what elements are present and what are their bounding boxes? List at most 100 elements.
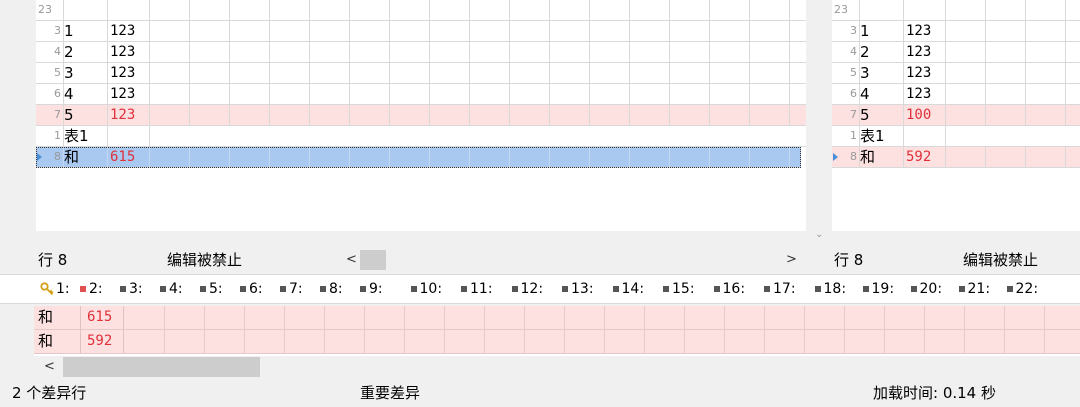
empty-cell[interactable] bbox=[750, 105, 790, 125]
empty-cell[interactable] bbox=[150, 105, 190, 125]
key-cell[interactable]: 3 bbox=[860, 63, 904, 83]
left-horizontal-scrollbar[interactable]: < > bbox=[340, 249, 806, 271]
key-cell[interactable]: 4 bbox=[860, 84, 904, 104]
empty-cell[interactable] bbox=[230, 147, 270, 167]
empty-cell[interactable] bbox=[1066, 84, 1080, 104]
scroll-down-arrow-icon[interactable]: ⌄ bbox=[815, 229, 823, 240]
empty-cell[interactable] bbox=[230, 84, 270, 104]
empty-cell[interactable] bbox=[150, 84, 190, 104]
value-cell[interactable]: 615 bbox=[108, 147, 150, 167]
column-header-11[interactable]: 11: bbox=[461, 275, 493, 304]
empty-cell[interactable] bbox=[510, 84, 550, 104]
empty-cell[interactable] bbox=[790, 84, 806, 104]
empty-cell[interactable] bbox=[350, 147, 390, 167]
empty-cell[interactable] bbox=[550, 84, 590, 104]
empty-cell[interactable] bbox=[1026, 42, 1066, 62]
empty-cell[interactable] bbox=[310, 42, 350, 62]
empty-cell[interactable] bbox=[590, 84, 630, 104]
empty-cell[interactable] bbox=[190, 147, 230, 167]
empty-cell[interactable] bbox=[750, 21, 790, 41]
empty-cell[interactable] bbox=[430, 21, 470, 41]
empty-cell[interactable] bbox=[590, 105, 630, 125]
empty-cell[interactable] bbox=[230, 42, 270, 62]
grid-row[interactable]: 5 3 123 bbox=[832, 63, 1080, 84]
scroll-left-arrow-icon[interactable]: < bbox=[44, 356, 55, 378]
empty-cell[interactable] bbox=[350, 63, 390, 83]
key-cell[interactable]: 1 bbox=[64, 21, 108, 41]
empty-cell[interactable] bbox=[470, 21, 510, 41]
empty-cell[interactable] bbox=[710, 105, 750, 125]
empty-cell[interactable] bbox=[550, 21, 590, 41]
empty-cell[interactable] bbox=[390, 147, 430, 167]
key-cell[interactable]: 2 bbox=[64, 42, 108, 62]
empty-cell[interactable] bbox=[310, 84, 350, 104]
grid-row[interactable]: 4 2 123 bbox=[36, 42, 806, 63]
empty-cell[interactable] bbox=[1066, 63, 1080, 83]
grid-row[interactable]: 4 2 123 bbox=[832, 42, 1080, 63]
value-cell[interactable]: 123 bbox=[904, 21, 946, 41]
column-header-17[interactable]: 17: bbox=[764, 275, 796, 304]
empty-cell[interactable] bbox=[350, 105, 390, 125]
empty-cell[interactable] bbox=[550, 147, 590, 167]
grid-row[interactable]: 8 和 615 bbox=[36, 147, 801, 168]
empty-cell[interactable] bbox=[630, 21, 670, 41]
empty-cell[interactable] bbox=[550, 105, 590, 125]
diff-value-cell[interactable]: 592 bbox=[81, 330, 124, 353]
bottom-horizontal-scrollbar[interactable]: < bbox=[34, 356, 1080, 378]
empty-cell[interactable] bbox=[750, 84, 790, 104]
empty-cell[interactable] bbox=[470, 147, 510, 167]
value-cell[interactable]: 592 bbox=[904, 147, 946, 167]
empty-cell[interactable] bbox=[710, 21, 750, 41]
empty-cell[interactable] bbox=[350, 21, 390, 41]
key-cell[interactable]: 2 bbox=[860, 42, 904, 62]
grid-row[interactable]: 3 1 123 bbox=[832, 21, 1080, 42]
column-header-1[interactable]: 1: bbox=[40, 275, 70, 304]
empty-cell[interactable] bbox=[150, 147, 190, 167]
diff-row-left[interactable]: 和 615 bbox=[34, 306, 1080, 330]
empty-cell[interactable] bbox=[550, 42, 590, 62]
empty-cell[interactable] bbox=[510, 21, 550, 41]
empty-cell[interactable] bbox=[470, 105, 510, 125]
empty-cell[interactable] bbox=[510, 105, 550, 125]
diff-value-cell[interactable]: 615 bbox=[81, 306, 124, 329]
empty-cell[interactable] bbox=[310, 63, 350, 83]
left-grid[interactable]: 23 3 1 123 4 2 123 5 3 123 6 4 123 7 5 123 1 表1 8 和 615 bbox=[36, 0, 806, 231]
bottom-scroll-thumb[interactable] bbox=[63, 357, 260, 377]
right-grid[interactable]: 23 3 1 123 4 2 123 5 3 123 6 4 123 7 5 100 1 表1 8 和 592 bbox=[832, 0, 1080, 231]
value-cell[interactable]: 123 bbox=[108, 105, 150, 125]
column-header-6[interactable]: 6: bbox=[240, 275, 263, 304]
empty-cell[interactable] bbox=[946, 105, 986, 125]
column-header-21[interactable]: 21: bbox=[958, 275, 990, 304]
column-header-5[interactable]: 5: bbox=[200, 275, 223, 304]
empty-cell[interactable] bbox=[1026, 147, 1066, 167]
column-header-20[interactable]: 20: bbox=[910, 275, 942, 304]
empty-cell[interactable] bbox=[390, 84, 430, 104]
empty-cell[interactable] bbox=[986, 147, 1026, 167]
grid-row[interactable]: 1 表1 bbox=[36, 126, 806, 147]
column-header-13[interactable]: 13: bbox=[562, 275, 594, 304]
empty-cell[interactable] bbox=[470, 63, 510, 83]
empty-cell[interactable] bbox=[390, 63, 430, 83]
key-cell[interactable]: 3 bbox=[64, 63, 108, 83]
empty-cell[interactable] bbox=[310, 105, 350, 125]
column-header-8[interactable]: 8: bbox=[320, 275, 343, 304]
grid-row[interactable]: 8 和 592 bbox=[832, 147, 1080, 168]
empty-cell[interactable] bbox=[1026, 105, 1066, 125]
empty-cell[interactable] bbox=[790, 63, 806, 83]
empty-cell[interactable] bbox=[1066, 42, 1080, 62]
empty-cell[interactable] bbox=[190, 105, 230, 125]
empty-cell[interactable] bbox=[986, 84, 1026, 104]
empty-cell[interactable] bbox=[430, 63, 470, 83]
empty-cell[interactable] bbox=[550, 63, 590, 83]
empty-cell[interactable] bbox=[710, 42, 750, 62]
empty-cell[interactable] bbox=[190, 84, 230, 104]
empty-cell[interactable] bbox=[986, 21, 1026, 41]
key-cell[interactable]: 5 bbox=[860, 105, 904, 125]
empty-cell[interactable] bbox=[710, 63, 750, 83]
empty-cell[interactable] bbox=[230, 105, 270, 125]
key-cell[interactable]: 表1 bbox=[860, 126, 904, 146]
empty-cell[interactable] bbox=[1026, 84, 1066, 104]
empty-cell[interactable] bbox=[670, 105, 710, 125]
empty-cell[interactable] bbox=[986, 105, 1026, 125]
empty-cell[interactable] bbox=[710, 84, 750, 104]
